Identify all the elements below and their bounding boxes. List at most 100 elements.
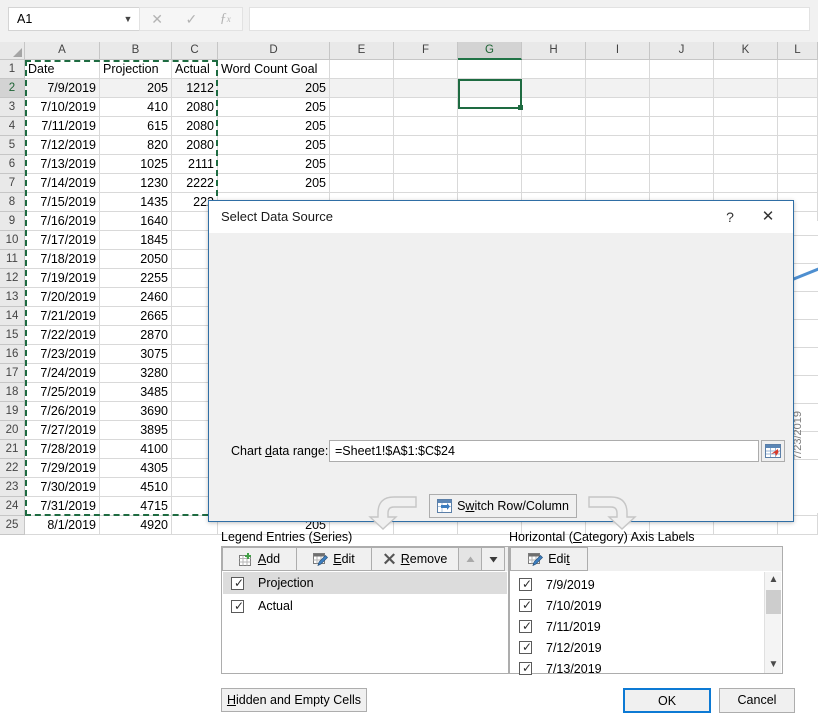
cell-a3[interactable]: 7/10/2019 — [25, 98, 100, 117]
cell-c5[interactable]: 2080 — [172, 136, 218, 155]
scrollbar-thumb[interactable] — [766, 590, 781, 614]
column-header-h[interactable]: H — [522, 42, 586, 60]
cancel-button[interactable]: Cancel — [719, 688, 795, 713]
cell-i2[interactable] — [586, 79, 650, 98]
cell-k6[interactable] — [714, 155, 778, 174]
axis-label-item[interactable]: ✓ 7/10/2019 — [511, 595, 763, 616]
select-all-corner[interactable] — [0, 42, 25, 60]
cell-k4[interactable] — [714, 117, 778, 136]
formula-input[interactable] — [249, 7, 810, 31]
cell-i6[interactable] — [586, 155, 650, 174]
cell-d5[interactable]: 205 — [218, 136, 330, 155]
add-series-button[interactable]: Add — [222, 547, 297, 571]
row-header-9[interactable]: 9 — [0, 212, 25, 231]
cell-b23[interactable]: 4510 — [100, 478, 172, 497]
hidden-and-empty-cells-button[interactable]: Hidden and Empty Cells — [221, 688, 367, 712]
cell-e5[interactable] — [330, 136, 394, 155]
cell-b21[interactable]: 4100 — [100, 440, 172, 459]
row-header-10[interactable]: 10 — [0, 231, 25, 250]
cell-k5[interactable] — [714, 136, 778, 155]
axis-label-item[interactable]: ✓ 7/9/2019 — [511, 574, 763, 595]
ok-button[interactable]: OK — [623, 688, 711, 713]
cell-f2[interactable] — [394, 79, 458, 98]
row-header-14[interactable]: 14 — [0, 307, 25, 326]
series-checkbox[interactable]: ✓ — [231, 599, 244, 613]
cell-c1[interactable]: Actual — [172, 60, 218, 79]
edit-axis-labels-button[interactable]: Edit — [510, 547, 588, 571]
cell-a7[interactable]: 7/14/2019 — [25, 174, 100, 193]
cell-e7[interactable] — [330, 174, 394, 193]
cell-j7[interactable] — [650, 174, 714, 193]
legend-series-item[interactable]: ✓ Actual — [223, 595, 507, 617]
cell-l1[interactable] — [778, 60, 818, 79]
cell-a18[interactable]: 7/25/2019 — [25, 383, 100, 402]
cell-g3[interactable] — [458, 98, 522, 117]
cell-i1[interactable] — [586, 60, 650, 79]
cell-d2[interactable]: 205 — [218, 79, 330, 98]
cell-c2[interactable]: 1212 — [172, 79, 218, 98]
cell-f6[interactable] — [394, 155, 458, 174]
move-series-up-button[interactable] — [458, 547, 482, 571]
range-picker-icon[interactable] — [761, 440, 785, 462]
column-header-d[interactable]: D — [218, 42, 330, 60]
cell-b22[interactable]: 4305 — [100, 459, 172, 478]
cell-f3[interactable] — [394, 98, 458, 117]
cell-b19[interactable]: 3690 — [100, 402, 172, 421]
cell-b25[interactable]: 4920 — [100, 516, 172, 535]
cell-d6[interactable]: 205 — [218, 155, 330, 174]
cell-i3[interactable] — [586, 98, 650, 117]
cell-b9[interactable]: 1640 — [100, 212, 172, 231]
axis-label-checkbox[interactable]: ✓ — [519, 641, 532, 654]
fx-icon[interactable]: ƒx — [220, 11, 231, 27]
cell-g7[interactable] — [458, 174, 522, 193]
cell-j5[interactable] — [650, 136, 714, 155]
cell-a9[interactable]: 7/16/2019 — [25, 212, 100, 231]
check-icon[interactable]: ✓ — [185, 11, 197, 28]
cell-c3[interactable]: 2080 — [172, 98, 218, 117]
row-header-24[interactable]: 24 — [0, 497, 25, 516]
cell-b7[interactable]: 1230 — [100, 174, 172, 193]
axis-label-item[interactable]: ✓ 7/11/2019 — [511, 616, 763, 637]
column-header-e[interactable]: E — [330, 42, 394, 60]
cell-a25[interactable]: 8/1/2019 — [25, 516, 100, 535]
axis-label-checkbox[interactable]: ✓ — [519, 662, 532, 675]
cell-h1[interactable] — [522, 60, 586, 79]
cell-b17[interactable]: 3280 — [100, 364, 172, 383]
row-header-22[interactable]: 22 — [0, 459, 25, 478]
axis-label-checkbox[interactable]: ✓ — [519, 599, 532, 612]
cell-a17[interactable]: 7/24/2019 — [25, 364, 100, 383]
cell-c6[interactable]: 2111 — [172, 155, 218, 174]
legend-series-item[interactable]: ✓ Projection — [223, 572, 507, 594]
row-header-7[interactable]: 7 — [0, 174, 25, 193]
row-header-25[interactable]: 25 — [0, 516, 25, 535]
cell-b14[interactable]: 2665 — [100, 307, 172, 326]
row-header-19[interactable]: 19 — [0, 402, 25, 421]
chevron-down-icon[interactable]: ▼ — [765, 657, 782, 673]
x-icon[interactable]: ✕ — [151, 11, 163, 28]
cell-k1[interactable] — [714, 60, 778, 79]
cell-i7[interactable] — [586, 174, 650, 193]
cell-a5[interactable]: 7/12/2019 — [25, 136, 100, 155]
cell-a16[interactable]: 7/23/2019 — [25, 345, 100, 364]
cell-g6[interactable] — [458, 155, 522, 174]
edit-series-button[interactable]: Edit — [296, 547, 372, 571]
cell-l6[interactable] — [778, 155, 818, 174]
row-header-11[interactable]: 11 — [0, 250, 25, 269]
cell-b13[interactable]: 2460 — [100, 288, 172, 307]
cell-a4[interactable]: 7/11/2019 — [25, 117, 100, 136]
cell-k3[interactable] — [714, 98, 778, 117]
cell-k2[interactable] — [714, 79, 778, 98]
cell-d4[interactable]: 205 — [218, 117, 330, 136]
cell-e2[interactable] — [330, 79, 394, 98]
cell-l5[interactable] — [778, 136, 818, 155]
cell-j4[interactable] — [650, 117, 714, 136]
row-header-15[interactable]: 15 — [0, 326, 25, 345]
row-header-12[interactable]: 12 — [0, 269, 25, 288]
row-header-23[interactable]: 23 — [0, 478, 25, 497]
cell-l7[interactable] — [778, 174, 818, 193]
cell-b15[interactable]: 2870 — [100, 326, 172, 345]
column-header-l[interactable]: L — [778, 42, 818, 60]
row-header-1[interactable]: 1 — [0, 60, 25, 79]
cell-b20[interactable]: 3895 — [100, 421, 172, 440]
axis-label-checkbox[interactable]: ✓ — [519, 578, 532, 591]
